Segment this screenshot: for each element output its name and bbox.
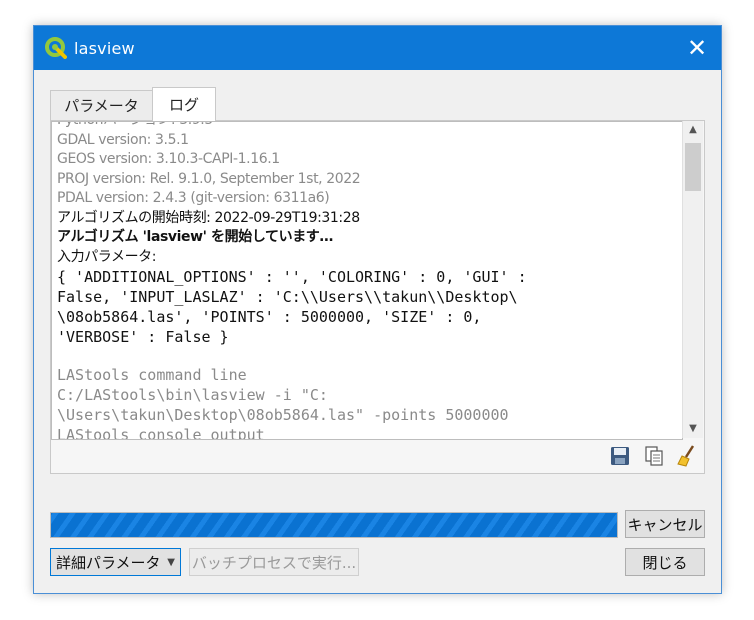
close-window-button[interactable]: ✕ bbox=[678, 34, 716, 62]
scroll-down-icon[interactable]: ▼ bbox=[683, 420, 703, 438]
log-command-line: LAStools command line bbox=[57, 366, 247, 384]
chevron-down-icon: ▼ bbox=[167, 557, 175, 568]
log-line: PROJ version: Rel. 9.1.0, September 1st,… bbox=[57, 170, 361, 187]
run-batch-button[interactable]: バッチプロセスで実行... bbox=[189, 548, 359, 576]
log-param-line: False, 'INPUT_LASLAZ' : 'C:\\Users\\taku… bbox=[57, 288, 518, 306]
log-start-time: アルゴリズムの開始時刻: 2022-09-29T19:31:28 bbox=[57, 209, 360, 226]
log-line: Pythonバージョン: 3.9.5 bbox=[57, 122, 677, 131]
tab-log[interactable]: ログ bbox=[152, 87, 216, 122]
log-input-params-label: 入力パラメータ: bbox=[57, 248, 157, 265]
advanced-parameters-dropdown[interactable]: 詳細パラメータ ▼ bbox=[50, 548, 181, 576]
advanced-parameters-label: 詳細パラメータ bbox=[56, 554, 161, 572]
scroll-thumb[interactable] bbox=[685, 143, 701, 191]
scroll-up-icon[interactable]: ▲ bbox=[683, 121, 703, 139]
progress-bar bbox=[50, 512, 618, 538]
dialog-window: lasview ✕ パラメータ ログ Pythonバージョン: 3.9.5 GD… bbox=[33, 25, 722, 594]
log-line: GDAL version: 3.5.1 bbox=[57, 131, 189, 148]
log-command-line: LAStools console output bbox=[57, 426, 265, 440]
log-text-area[interactable]: Pythonバージョン: 3.9.5 GDAL version: 3.5.1 G… bbox=[51, 121, 683, 440]
log-param-line: { 'ADDITIONAL_OPTIONS' : '', 'COLORING' … bbox=[57, 268, 527, 286]
window-title: lasview bbox=[74, 39, 135, 58]
clear-icon[interactable] bbox=[676, 444, 698, 468]
log-command-line: \Users\takun\Desktop\08ob5864.las" -poin… bbox=[57, 406, 509, 424]
tab-parameters[interactable]: パラメータ bbox=[50, 90, 153, 121]
copy-icon[interactable] bbox=[643, 444, 665, 468]
log-line: PDAL version: 2.4.3 (git-version: 6311a6… bbox=[57, 190, 330, 206]
log-starting-algorithm: アルゴリズム 'lasview' を開始しています… bbox=[57, 229, 334, 245]
log-scrollbar[interactable]: ▲ ▼ bbox=[682, 121, 703, 438]
qgis-logo-icon bbox=[45, 37, 67, 59]
log-content: Pythonバージョン: 3.9.5 GDAL version: 3.5.1 G… bbox=[57, 122, 677, 440]
log-param-line: \08ob5864.las', 'POINTS' : 5000000, 'SIZ… bbox=[57, 308, 482, 326]
log-command-line: C:/LAStools\bin\lasview -i "C: bbox=[57, 386, 328, 404]
save-icon[interactable] bbox=[609, 444, 631, 468]
close-button[interactable]: 閉じる bbox=[625, 548, 705, 576]
close-icon[interactable]: ✕ bbox=[687, 34, 707, 62]
title-bar: lasview ✕ bbox=[34, 26, 721, 70]
cancel-button[interactable]: キャンセル bbox=[625, 510, 705, 538]
log-param-line: 'VERBOSE' : False } bbox=[57, 328, 229, 346]
log-line: GEOS version: 3.10.3-CAPI-1.16.1 bbox=[57, 151, 280, 167]
